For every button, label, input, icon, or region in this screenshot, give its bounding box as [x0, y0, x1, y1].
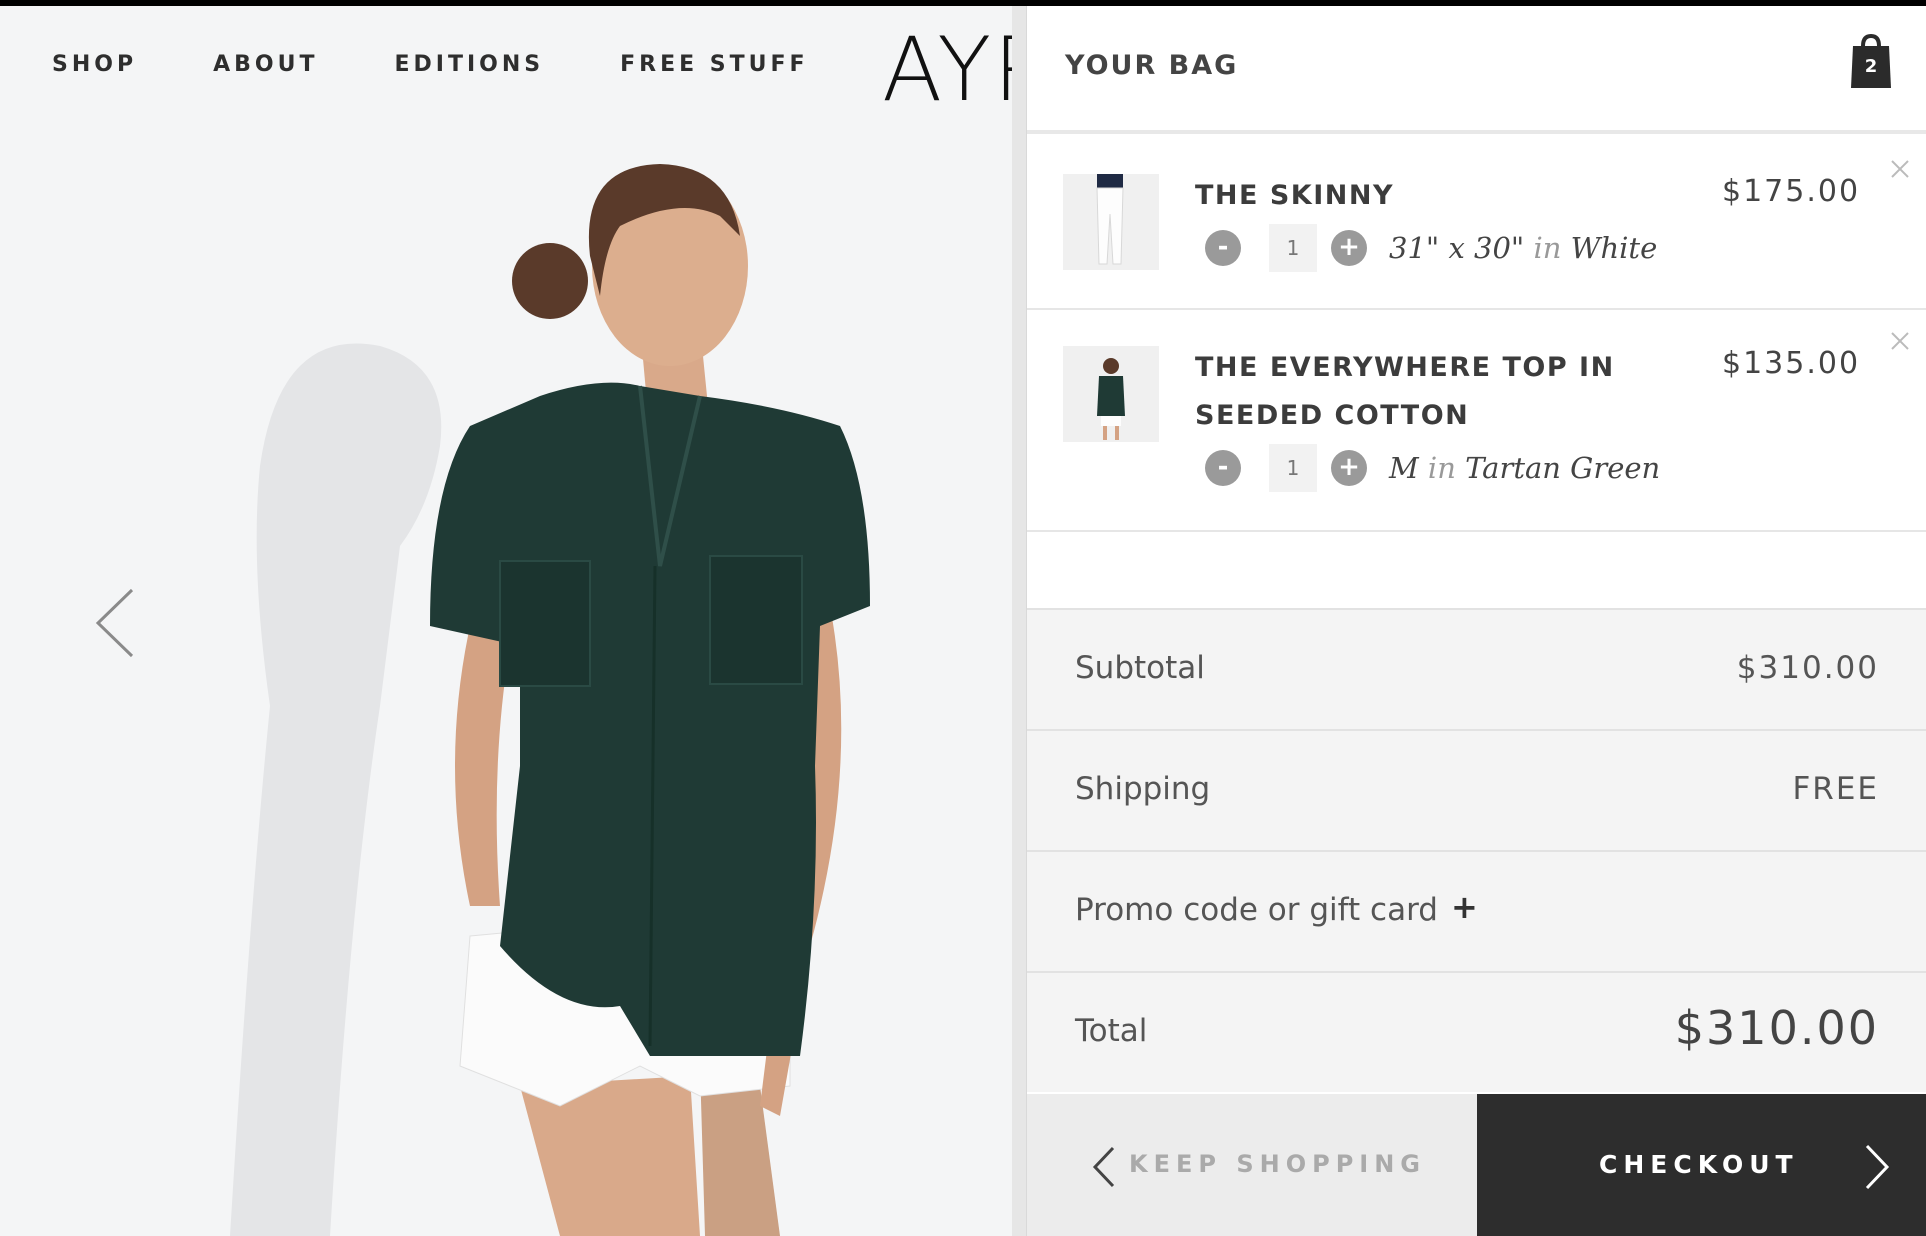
remove-item-close-icon[interactable] [1889, 158, 1911, 180]
total-value: $310.00 [1674, 1001, 1879, 1055]
shopping-bag-drawer: YOUR BAG 2 THE SKINNY $175.00 - 1 + 31" … [1026, 6, 1926, 1236]
decrease-quantity-button[interactable]: - [1205, 450, 1241, 486]
total-row: Total $310.00 [1027, 971, 1926, 1092]
quantity-input[interactable] [1269, 444, 1317, 492]
variant-in-word: in [1427, 451, 1456, 485]
nav-free-stuff[interactable]: FREE STUFF [620, 52, 808, 77]
product-hero-image [0, 6, 1012, 1236]
item-color: Tartan Green [1465, 451, 1661, 485]
item-name[interactable]: THE SKINNY [1195, 172, 1715, 220]
item-name[interactable]: THE EVERYWHERE TOP IN SEEDED COTTON [1195, 344, 1715, 440]
page: SHOP ABOUT EDITIONS FREE STUFF AYR YOUR … [0, 6, 1926, 1236]
bag-actions: KEEP SHOPPING CHECKOUT [1027, 1094, 1926, 1236]
item-thumbnail[interactable] [1063, 174, 1159, 270]
item-variant: 31" x 30" in White [1389, 231, 1657, 265]
item-price: $175.00 [1722, 174, 1861, 209]
item-thumbnail[interactable] [1063, 346, 1159, 442]
keep-shopping-button[interactable]: KEEP SHOPPING [1027, 1094, 1477, 1236]
increase-quantity-button[interactable]: + [1331, 450, 1367, 486]
item-price: $135.00 [1722, 346, 1861, 381]
chevron-left-icon [1092, 1146, 1115, 1188]
subtotal-row: Subtotal $310.00 [1027, 608, 1926, 729]
bag-count-badge: 2 [1864, 56, 1878, 77]
bag-title: YOUR BAG [1065, 50, 1239, 81]
shipping-label: Shipping [1075, 771, 1211, 807]
subtotal-value: $310.00 [1736, 650, 1879, 686]
chevron-right-icon [1865, 1144, 1890, 1190]
item-color: White [1570, 231, 1658, 265]
bag-header: YOUR BAG 2 [1027, 6, 1926, 134]
main-nav: SHOP ABOUT EDITIONS FREE STUFF [52, 52, 885, 77]
decrease-quantity-button[interactable]: - [1205, 230, 1241, 266]
nav-about[interactable]: ABOUT [213, 52, 318, 77]
item-size: 31" x 30" [1389, 231, 1525, 265]
shipping-row: Shipping FREE [1027, 729, 1926, 850]
bag-item: THE SKINNY $175.00 - + 31" x 30" in Whit… [1027, 134, 1926, 310]
total-label: Total [1075, 1013, 1148, 1049]
item-size: M [1389, 451, 1419, 485]
order-summary: Subtotal $310.00 Shipping FREE Promo cod… [1027, 608, 1926, 1092]
shipping-value: FREE [1792, 771, 1879, 807]
nav-editions[interactable]: EDITIONS [394, 52, 544, 77]
add-promo-plus-icon[interactable]: + [1451, 888, 1478, 926]
subtotal-label: Subtotal [1075, 650, 1205, 686]
increase-quantity-button[interactable]: + [1331, 230, 1367, 266]
promo-code-row[interactable]: Promo code or gift card + [1027, 850, 1926, 971]
quantity-stepper: - + M in Tartan Green [1205, 444, 1660, 492]
bag-item: THE EVERYWHERE TOP IN SEEDED COTTON $135… [1027, 308, 1926, 532]
previous-image-arrow-icon[interactable] [92, 588, 142, 658]
quantity-stepper: - + 31" x 30" in White [1205, 224, 1657, 272]
checkout-label: CHECKOUT [1599, 1150, 1799, 1179]
quantity-input[interactable] [1269, 224, 1317, 272]
keep-shopping-label: KEEP SHOPPING [1129, 1150, 1426, 1178]
checkout-button[interactable]: CHECKOUT [1477, 1094, 1926, 1236]
drawer-shadow [1012, 6, 1026, 1236]
nav-shop[interactable]: SHOP [52, 52, 137, 77]
item-variant: M in Tartan Green [1389, 451, 1660, 485]
shopping-bag-icon[interactable]: 2 [1849, 32, 1893, 90]
promo-code-label[interactable]: Promo code or gift card [1075, 892, 1438, 928]
variant-in-word: in [1533, 231, 1562, 265]
remove-item-close-icon[interactable] [1889, 330, 1911, 352]
